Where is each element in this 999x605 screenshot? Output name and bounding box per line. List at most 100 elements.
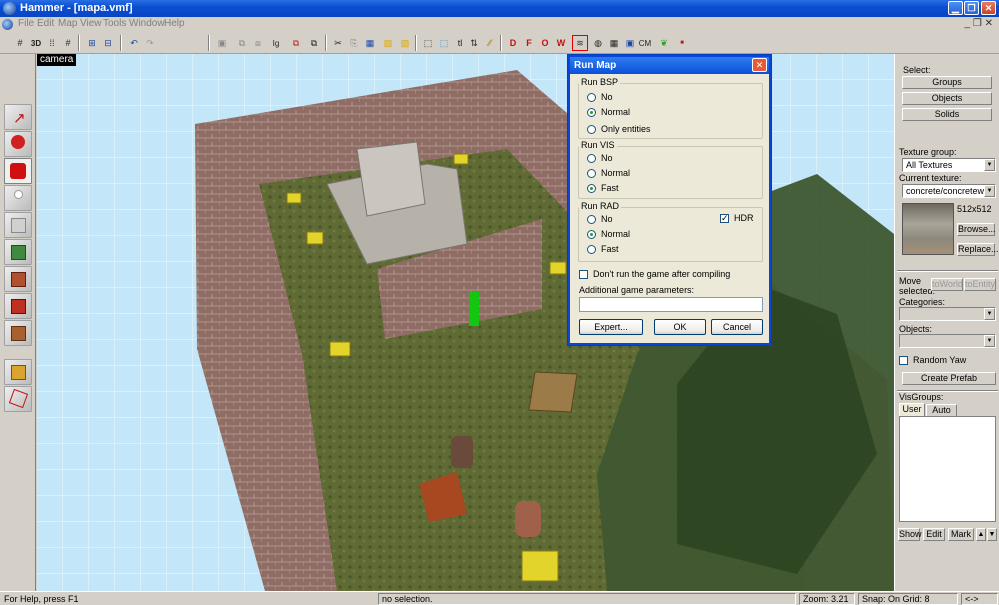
checkmark-icon: ✓ [720, 212, 729, 223]
texture-scaling-lock-icon[interactable]: ▧ [397, 35, 413, 51]
menu-tools[interactable]: Tools [103, 18, 126, 29]
object-bar: Select: Groups Objects Solids Texture gr… [894, 54, 999, 591]
replace-button[interactable]: Replace... [957, 243, 999, 256]
ignore-grouping-icon[interactable]: Ig [268, 35, 284, 51]
block-tool-button[interactable] [4, 212, 32, 238]
overlay-tool-button[interactable] [4, 320, 32, 346]
menu-help[interactable]: Help [164, 18, 185, 29]
cut-icon[interactable]: ✂ [330, 35, 346, 51]
status-help: For Help, press F1 [4, 594, 79, 604]
move-down-icon[interactable]: ▼ [987, 528, 997, 541]
radio-circle-icon [587, 183, 596, 193]
hdr-checkbox[interactable]: ✓ HDR [720, 213, 754, 223]
dialog-close-icon[interactable]: ✕ [752, 58, 767, 72]
selection-tool-button[interactable]: ↗ [4, 104, 32, 130]
menu-edit[interactable]: Edit [37, 18, 54, 29]
entity-tool-button[interactable] [4, 185, 32, 211]
copy-icon[interactable]: ⎘ [346, 35, 362, 51]
vertex-tool-button[interactable] [4, 386, 32, 412]
cm-icon[interactable]: CM [636, 35, 654, 51]
rad-normal-radio[interactable]: Normal [587, 229, 630, 239]
bsp-normal-radio[interactable]: Normal [587, 107, 630, 117]
carve-icon[interactable]: ▣ [214, 35, 230, 51]
status-zoom: Zoom: 3.21 [799, 593, 855, 605]
camera-tool-button[interactable] [4, 158, 32, 184]
undo-icon[interactable]: ↶ [126, 35, 142, 51]
overlay-icon[interactable]: O [537, 35, 553, 51]
to-entity-button[interactable]: toEntity [964, 278, 996, 291]
check-map-icon[interactable]: ◍ [590, 35, 606, 51]
vis-normal-radio[interactable]: Normal [587, 168, 630, 178]
vertex-icon[interactable]: W [553, 35, 569, 51]
smaller-grid-icon[interactable]: ⊟ [100, 35, 116, 51]
cancel-button[interactable]: Cancel [711, 319, 763, 335]
visgroups-list[interactable] [899, 416, 996, 522]
grid-snap-icon[interactable]: # [60, 35, 76, 51]
rad-no-radio[interactable]: No [587, 214, 613, 224]
minimize-button[interactable]: ▁ [948, 1, 963, 15]
move-up-icon[interactable]: ▲ [976, 528, 986, 541]
maximize-button[interactable]: ❐ [964, 1, 979, 15]
model-icon[interactable]: ⁄⁄ [482, 35, 498, 51]
leaf-icon[interactable]: ❦ [656, 35, 672, 51]
group-icon[interactable]: ⧉ [234, 35, 250, 51]
run-map-icon[interactable]: ≋ [572, 35, 588, 51]
objects-select[interactable]: ▼ [899, 334, 996, 348]
show-button[interactable]: Show [898, 528, 922, 541]
3d-grid-icon[interactable]: 3D [28, 35, 44, 51]
magnify-tool-button[interactable] [4, 131, 32, 157]
tab-user[interactable]: User [899, 403, 925, 416]
status-selection: no selection. [378, 593, 796, 605]
redo-icon[interactable]: ↷ [142, 35, 158, 51]
texture-lock-icon[interactable]: ▨ [380, 35, 396, 51]
selection-tool-icon[interactable]: ⬚ [420, 35, 436, 51]
game-params-input[interactable] [579, 297, 763, 312]
grid-dots-icon[interactable]: ⁞⁞ [44, 35, 60, 51]
menu-file[interactable]: File [18, 18, 34, 29]
face-edit-icon[interactable]: F [521, 35, 537, 51]
vis-fast-radio[interactable]: Fast [587, 183, 619, 193]
bsp-only-entities-radio[interactable]: Only entities [587, 124, 651, 134]
apply-texture-button[interactable] [4, 266, 32, 292]
texture-tool-button[interactable] [4, 239, 32, 265]
texture-group-select[interactable]: All Textures ▼ [902, 158, 996, 172]
mdi-window-controls[interactable]: _ ❐ ✕ [965, 18, 993, 29]
bsp-no-radio[interactable]: No [587, 92, 613, 102]
paste-icon[interactable]: ▦ [362, 35, 378, 51]
grid-toggle-icon[interactable]: # [12, 35, 28, 51]
show-all-icon[interactable]: ⧉ [306, 35, 322, 51]
hide-selected-icon[interactable]: ⧉ [288, 35, 304, 51]
to-world-button[interactable]: toWorld [931, 278, 963, 291]
expert-button[interactable]: Expert... [579, 319, 643, 335]
no-draw-icon[interactable]: ■ [672, 35, 692, 51]
vis-no-radio[interactable]: No [587, 153, 613, 163]
dont-run-game-checkbox[interactable]: Don't run the game after compiling [579, 269, 730, 279]
rad-fast-radio[interactable]: Fast [587, 244, 619, 254]
objects-button[interactable]: Objects [902, 92, 992, 105]
close-window-button[interactable]: ✕ [981, 1, 996, 15]
browse-button[interactable]: Browse... [957, 223, 996, 236]
concrete-tower [356, 141, 426, 217]
groups-button[interactable]: Groups [902, 76, 992, 89]
menu-window[interactable]: Window [129, 18, 165, 29]
mark-button[interactable]: Mark [948, 528, 974, 541]
radio-circle-icon [587, 229, 596, 239]
ungroup-icon[interactable]: ⧈ [250, 35, 266, 51]
solids-button[interactable]: Solids [902, 108, 992, 121]
menu-view[interactable]: View [80, 18, 102, 29]
menu-map[interactable]: Map [58, 18, 77, 29]
edit-button[interactable]: Edit [923, 528, 945, 541]
decal-icon[interactable]: D [505, 35, 521, 51]
clipping-tool-button[interactable] [4, 359, 32, 385]
magnify-icon[interactable]: ⬚ [436, 35, 452, 51]
ok-button[interactable]: OK [654, 319, 706, 335]
toggle-helpers-icon[interactable]: ⇅ [466, 35, 482, 51]
current-texture-select[interactable]: concrete/concretewall(▼ [902, 184, 996, 198]
chevron-down-icon: ▼ [984, 335, 995, 347]
create-prefab-button[interactable]: Create Prefab [902, 372, 996, 385]
entity-report-icon[interactable]: ▦ [606, 35, 622, 51]
larger-grid-icon[interactable]: ⊞ [84, 35, 100, 51]
decal-tool-button[interactable] [4, 293, 32, 319]
categories-select[interactable]: ▼ [899, 307, 996, 321]
random-yaw-checkbox[interactable]: Random Yaw [899, 355, 966, 365]
